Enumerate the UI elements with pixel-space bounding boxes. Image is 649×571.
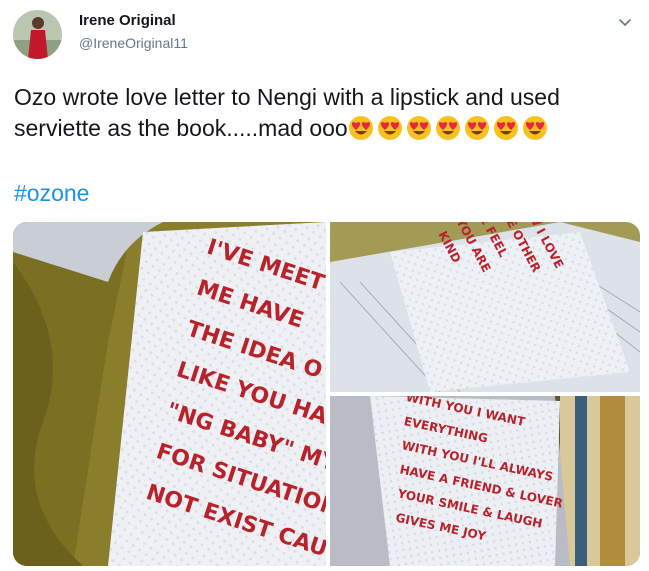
heart-eyes-emoji — [377, 115, 403, 141]
hashtag-link[interactable]: #ozone — [14, 180, 89, 207]
photo-napkin-left[interactable]: I'VE MEET ME HAVE THE IDEA O LIKE YOU HA "NG… — [13, 222, 326, 566]
photo-napkin-bottom-right[interactable]: WITH YOU I WANT EVERYTHING WITH YOU I'LL A… — [330, 396, 640, 566]
heart-eyes-emoji — [348, 115, 374, 141]
emoji-row — [348, 115, 551, 141]
media-grid: I'VE MEET ME HAVE THE IDEA O LIKE YOU HA "NG… — [13, 222, 640, 566]
heart-eyes-emoji — [464, 115, 490, 141]
photo-napkin-top-right[interactable]: I KNOW I LOVENONE OTHERME FEELYOU AREKIN… — [330, 222, 640, 392]
heart-eyes-emoji — [435, 115, 461, 141]
user-handle[interactable]: @IreneOriginal11 — [79, 35, 188, 51]
heart-eyes-emoji — [493, 115, 519, 141]
tweet-text: Ozo wrote love letter to Nengi with a li… — [14, 82, 634, 144]
heart-eyes-emoji — [406, 115, 432, 141]
chevron-down-icon[interactable] — [615, 12, 635, 32]
heart-eyes-emoji — [522, 115, 548, 141]
display-name[interactable]: Irene Original — [79, 12, 176, 29]
avatar[interactable] — [13, 10, 62, 59]
